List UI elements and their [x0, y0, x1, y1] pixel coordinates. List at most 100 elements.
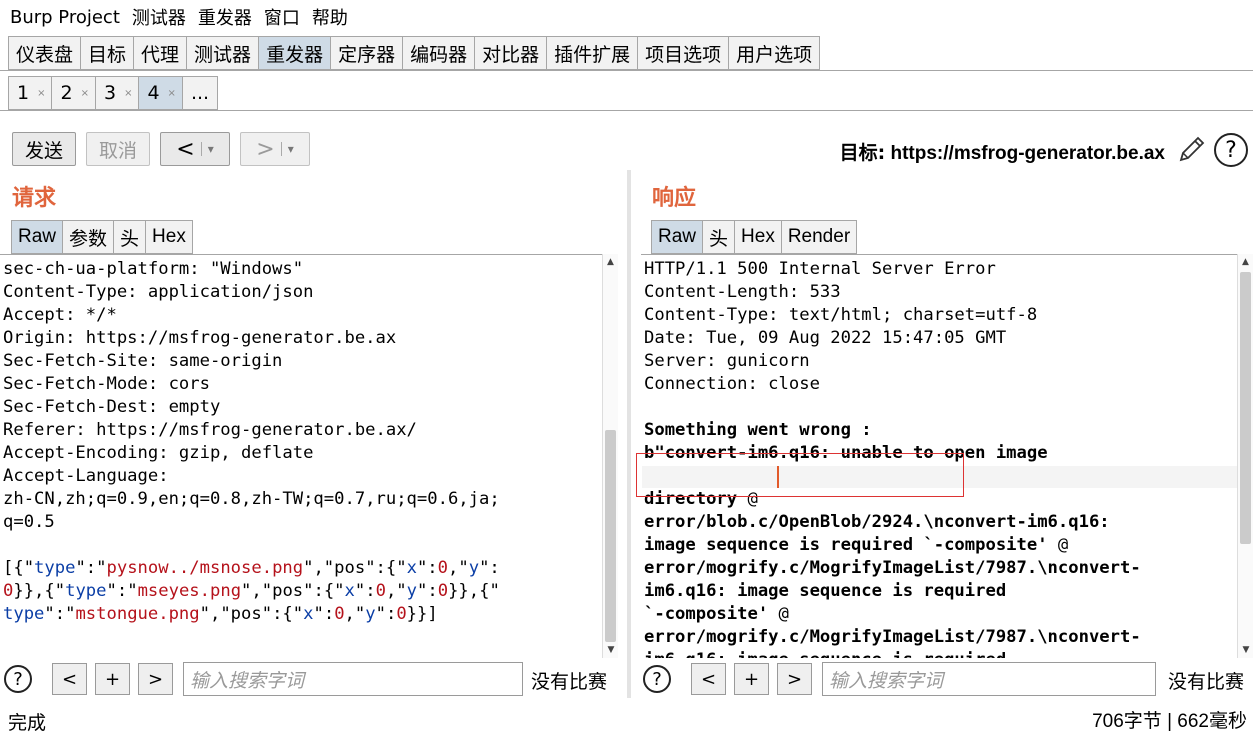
- help-icon[interactable]: ?: [4, 665, 32, 693]
- code-token: [{": [3, 558, 35, 578]
- search-input[interactable]: 输入搜索字词: [822, 662, 1156, 696]
- repeater-tab-label: 4: [147, 82, 160, 104]
- main-tab[interactable]: 用户选项: [728, 36, 821, 70]
- main-tab[interactable]: 重发器: [258, 36, 331, 70]
- code-line: Content-Length: 533: [644, 282, 841, 302]
- main-tab[interactable]: 对比器: [474, 36, 547, 70]
- add-button[interactable]: +: [734, 663, 769, 695]
- code-token: ":: [313, 604, 335, 624]
- code-token: 0: [437, 558, 449, 578]
- code-line: q=0.5: [3, 512, 55, 532]
- close-icon[interactable]: ×: [37, 88, 45, 99]
- main-tab[interactable]: 插件扩展: [546, 36, 638, 70]
- menu-item[interactable]: 重发器: [198, 4, 252, 30]
- code-token: 0: [375, 581, 386, 601]
- menu-item[interactable]: 测试器: [132, 4, 186, 30]
- target-label: 目标:: [839, 142, 886, 164]
- main-tab[interactable]: 编码器: [402, 36, 475, 70]
- main-tab[interactable]: 测试器: [186, 36, 259, 70]
- help-icon[interactable]: ?: [643, 665, 671, 693]
- pane-splitter[interactable]: [627, 170, 631, 698]
- main-tab[interactable]: 定序器: [330, 36, 403, 70]
- annotation-box: [636, 453, 964, 497]
- next-match-button[interactable]: >: [777, 663, 812, 695]
- repeater-tab[interactable]: 4 ×: [138, 76, 182, 110]
- scroll-thumb[interactable]: [605, 430, 616, 642]
- time-ms: 662: [1177, 711, 1209, 732]
- code-token: @: [1057, 535, 1069, 555]
- prev-match-button[interactable]: <: [52, 663, 87, 695]
- close-icon[interactable]: ×: [81, 88, 89, 99]
- target-display: 目标: https://msfrog-generator.be.ax: [840, 138, 1165, 165]
- match-count: 没有比赛: [531, 671, 608, 693]
- code-token: type: [65, 581, 107, 601]
- code-token: x: [344, 581, 355, 601]
- repeater-tab-label: 1: [17, 82, 30, 104]
- menu-project[interactable]: Burp Project: [10, 7, 120, 28]
- search-input[interactable]: 输入搜索字词: [183, 662, 523, 696]
- scroll-down-icon[interactable]: ▼: [1238, 642, 1253, 658]
- menu-bar: Burp Project 测试器 重发器 窗口 帮助: [0, 0, 1253, 34]
- edit-pencil-icon[interactable]: [1177, 134, 1207, 164]
- scroll-down-icon[interactable]: ▼: [603, 642, 619, 658]
- main-tab[interactable]: 项目选项: [637, 36, 729, 70]
- forward-button[interactable]: > ▾: [240, 132, 311, 166]
- code-line: error/blob.c/OpenBlob/2924.\nconvert-im6…: [644, 511, 1237, 534]
- close-icon[interactable]: ×: [124, 88, 132, 99]
- scroll-thumb[interactable]: [1240, 272, 1251, 544]
- main-tab[interactable]: 目标: [80, 36, 134, 70]
- help-icon[interactable]: ?: [1214, 133, 1248, 167]
- code-token: type: [34, 558, 76, 578]
- response-tab[interactable]: Raw: [651, 220, 703, 254]
- request-tab[interactable]: 参数: [62, 220, 114, 254]
- back-button[interactable]: < ▾: [160, 132, 231, 166]
- code-token: ":": [106, 581, 138, 601]
- request-editor[interactable]: sec-ch-ua-platform: "Windows" Content-Typ…: [0, 254, 602, 658]
- next-match-button[interactable]: >: [138, 663, 173, 695]
- code-line: Content-Type: text/html; charset=utf-8: [644, 305, 1038, 325]
- repeater-toolbar: 发送 取消 < ▾ > ▾: [12, 132, 311, 166]
- code-token: ,": [385, 581, 407, 601]
- code-token: ,": [344, 604, 366, 624]
- response-tab[interactable]: Render: [780, 220, 858, 254]
- cancel-button[interactable]: 取消: [86, 132, 151, 166]
- main-tab[interactable]: 仪表盘: [8, 36, 81, 70]
- response-tab[interactable]: Hex: [734, 220, 781, 254]
- scroll-up-icon[interactable]: ▲: [1238, 254, 1253, 270]
- close-icon[interactable]: ×: [168, 88, 176, 99]
- more-tabs-button[interactable]: ...: [181, 76, 219, 110]
- response-tab[interactable]: 头: [702, 220, 735, 254]
- request-tab[interactable]: Hex: [145, 220, 193, 254]
- repeater-tab[interactable]: 3 ×: [94, 76, 139, 110]
- request-text: sec-ch-ua-platform: "Windows" Content-Typ…: [0, 255, 602, 626]
- chevron-down-icon[interactable]: ▾: [280, 142, 294, 156]
- send-button[interactable]: 发送: [12, 132, 77, 166]
- code-token: ,": [448, 558, 469, 578]
- code-token: 0: [334, 604, 345, 624]
- request-tab[interactable]: 头: [113, 220, 146, 254]
- main-tab[interactable]: 代理: [133, 36, 187, 70]
- target-url: https://msfrog-generator.be.ax: [890, 143, 1166, 164]
- response-stats: 706字节 | 662毫秒: [1092, 706, 1247, 733]
- request-tab[interactable]: Raw: [11, 220, 63, 254]
- response-scrollbar[interactable]: ▲ ▼: [1237, 254, 1253, 658]
- repeater-tab[interactable]: 2 ×: [51, 76, 95, 110]
- code-token: y: [406, 581, 418, 601]
- code-line: Connection: close: [644, 374, 820, 394]
- request-scrollbar[interactable]: ▲ ▼: [602, 254, 618, 658]
- divider: [0, 70, 1253, 71]
- byte-unit: 字节: [1123, 710, 1162, 732]
- byte-count: 706: [1092, 711, 1124, 732]
- add-button[interactable]: +: [95, 663, 130, 695]
- menu-item[interactable]: 窗口: [264, 4, 300, 30]
- chevron-down-icon[interactable]: ▾: [200, 142, 214, 156]
- repeater-tab[interactable]: 1 ×: [8, 76, 52, 110]
- code-token: 0: [437, 581, 449, 601]
- request-search-bar: ? < + > 输入搜索字词: [4, 662, 523, 696]
- menu-item[interactable]: 帮助: [312, 4, 348, 30]
- match-count: 没有比赛: [1168, 671, 1245, 693]
- code-token: x: [406, 558, 417, 578]
- prev-match-button[interactable]: <: [691, 663, 726, 695]
- scroll-up-icon[interactable]: ▲: [603, 254, 618, 270]
- code-token: Something went wrong :: [644, 420, 872, 440]
